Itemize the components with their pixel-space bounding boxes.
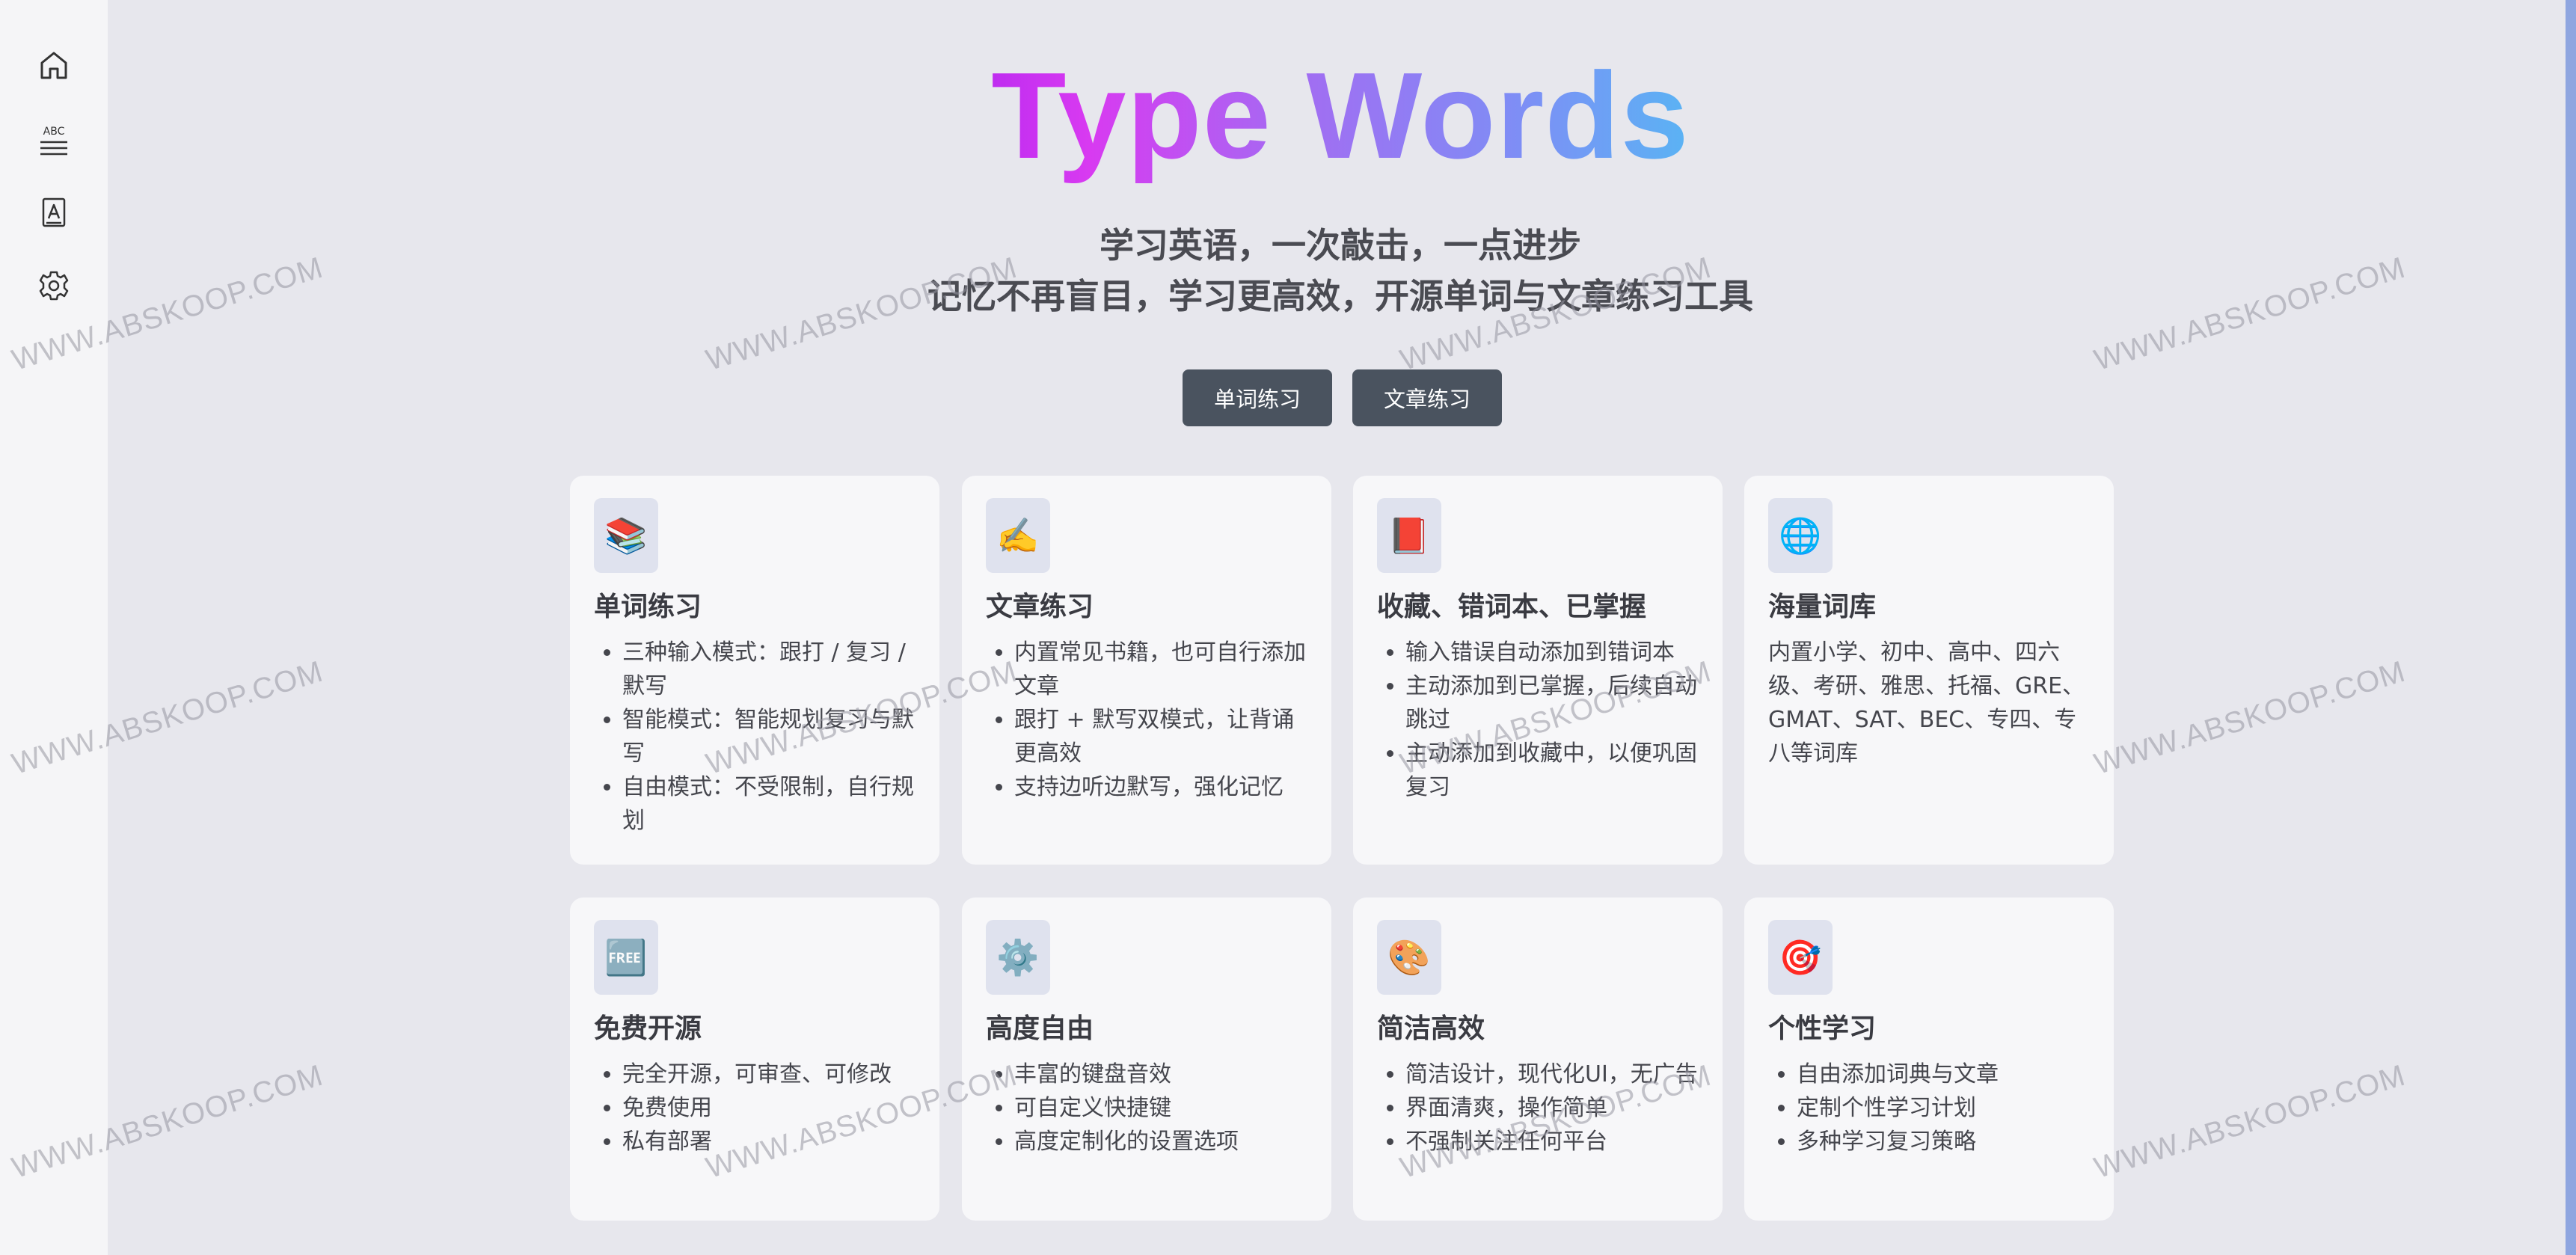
watermark: WWW.ABSKOOP.COM xyxy=(2090,1058,2409,1185)
feature-card-personal: 🎯 个性学习 自由添加词典与文章 定制个性学习计划 多种学习复习策略 xyxy=(1744,897,2114,1221)
nav-article-practice[interactable] xyxy=(31,190,76,235)
gear-icon xyxy=(39,271,69,301)
feature-title: 单词练习 xyxy=(594,592,702,622)
watermark: WWW.ABSKOOP.COM xyxy=(2090,251,2409,378)
article-book-icon xyxy=(42,197,66,227)
nav-home[interactable] xyxy=(31,43,76,88)
article-practice-button[interactable]: 文章练习 xyxy=(1352,369,1502,426)
feature-title: 简洁高效 xyxy=(1377,1013,1485,1044)
list-item: 主动添加到已掌握，后续自动跳过 xyxy=(1405,669,1699,737)
writing-hand-icon: ✍️ xyxy=(986,498,1050,573)
list-item: 跟打 + 默写双模式，让背诵更高效 xyxy=(1014,703,1307,770)
list-item: 私有部署 xyxy=(622,1125,916,1159)
feature-list: 丰富的键盘音效 可自定义快捷键 高度定制化的设置选项 xyxy=(986,1058,1307,1159)
hero-title: Type Words xyxy=(892,45,1789,187)
list-item: 界面清爽，操作简单 xyxy=(1405,1091,1699,1125)
feature-card-open-source: 🆓 免费开源 完全开源，可审查、可修改 免费使用 私有部署 xyxy=(570,897,939,1221)
hero-subtitle-line2: 记忆不再盲目，学习更高效，开源单词与文章练习工具 xyxy=(927,276,1753,316)
abc-dictation-icon: ABC xyxy=(40,126,67,156)
list-item: 支持边听边默写，强化记忆 xyxy=(1014,770,1307,804)
feature-description: 内置小学、初中、高中、四六级、考研、雅思、托福、GRE、GMAT、SAT、BEC… xyxy=(1768,639,2085,767)
list-item: 简洁设计，现代化UI，无广告 xyxy=(1405,1058,1699,1091)
list-item: 丰富的键盘音效 xyxy=(1014,1058,1307,1091)
watermark: WWW.ABSKOOP.COM xyxy=(2090,654,2409,782)
books-icon: 📚 xyxy=(594,498,658,573)
free-badge-icon: 🆓 xyxy=(594,920,658,995)
nav-word-practice[interactable]: ABC xyxy=(31,117,76,162)
feature-title: 海量词库 xyxy=(1768,592,1877,622)
nav-settings[interactable] xyxy=(31,263,76,308)
feature-title: 文章练习 xyxy=(986,592,1094,622)
feature-card-article-practice: ✍️ 文章练习 内置常见书籍，也可自行添加文章 跟打 + 默写双模式，让背诵更高… xyxy=(962,476,1331,865)
feature-card-freedom: ⚙️ 高度自由 丰富的键盘音效 可自定义快捷键 高度定制化的设置选项 xyxy=(962,897,1331,1221)
list-item: 可自定义快捷键 xyxy=(1014,1091,1307,1125)
hero-subtitle-line1: 学习英语，一次敲击，一点进步 xyxy=(1100,225,1581,266)
gear-emoji-icon: ⚙️ xyxy=(986,920,1050,995)
list-item: 自由添加词典与文章 xyxy=(1797,1058,2090,1091)
feature-title: 免费开源 xyxy=(594,1013,702,1044)
feature-card-simple: 🎨 简洁高效 简洁设计，现代化UI，无广告 界面清爽，操作简单 不强制关注任何平… xyxy=(1353,897,1723,1221)
feature-list: 完全开源，可审查、可修改 免费使用 私有部署 xyxy=(594,1058,916,1159)
list-item: 输入错误自动添加到错词本 xyxy=(1405,636,1699,669)
svg-text:ABC: ABC xyxy=(43,126,65,138)
feature-list: 内置常见书籍，也可自行添加文章 跟打 + 默写双模式，让背诵更高效 支持边听边默… xyxy=(986,636,1307,804)
list-item: 三种输入模式：跟打 / 复习 / 默写 xyxy=(622,636,916,703)
list-item: 高度定制化的设置选项 xyxy=(1014,1125,1307,1159)
feature-card-vocabulary: 🌐 海量词库 内置小学、初中、高中、四六级、考研、雅思、托福、GRE、GMAT、… xyxy=(1744,476,2114,865)
home-icon xyxy=(40,52,67,79)
list-item: 完全开源，可审查、可修改 xyxy=(622,1058,916,1091)
sidebar: ABC xyxy=(0,0,108,1255)
list-item: 多种学习复习策略 xyxy=(1797,1125,2090,1159)
list-item: 免费使用 xyxy=(622,1091,916,1125)
palette-icon: 🎨 xyxy=(1377,920,1441,995)
feature-title: 个性学习 xyxy=(1768,1013,1877,1044)
list-item: 智能模式：智能规划复习与默写 xyxy=(622,703,916,770)
red-book-icon: 📕 xyxy=(1377,498,1441,573)
feature-list: 输入错误自动添加到错词本 主动添加到已掌握，后续自动跳过 主动添加到收藏中，以便… xyxy=(1377,636,1699,804)
feature-list: 三种输入模式：跟打 / 复习 / 默写 智能模式：智能规划复习与默写 自由模式：… xyxy=(594,636,916,838)
feature-list: 自由添加词典与文章 定制个性学习计划 多种学习复习策略 xyxy=(1768,1058,2090,1159)
feature-card-word-practice: 📚 单词练习 三种输入模式：跟打 / 复习 / 默写 智能模式：智能规划复习与默… xyxy=(570,476,939,865)
list-item: 不强制关注任何平台 xyxy=(1405,1125,1699,1159)
list-item: 内置常见书籍，也可自行添加文章 xyxy=(1014,636,1307,703)
globe-icon: 🌐 xyxy=(1768,498,1833,573)
scrollbar-accent[interactable] xyxy=(2566,0,2576,1255)
feature-title: 收藏、错词本、已掌握 xyxy=(1377,592,1647,622)
target-icon: 🎯 xyxy=(1768,920,1833,995)
list-item: 定制个性学习计划 xyxy=(1797,1091,2090,1125)
feature-title: 高度自由 xyxy=(986,1013,1094,1044)
list-item: 自由模式：不受限制，自行规划 xyxy=(622,770,916,838)
feature-card-collections: 📕 收藏、错词本、已掌握 输入错误自动添加到错词本 主动添加到已掌握，后续自动跳… xyxy=(1353,476,1723,865)
feature-list: 简洁设计，现代化UI，无广告 界面清爽，操作简单 不强制关注任何平台 xyxy=(1377,1058,1699,1159)
word-practice-button[interactable]: 单词练习 xyxy=(1183,369,1332,426)
list-item: 主动添加到收藏中，以便巩固复习 xyxy=(1405,737,1699,804)
